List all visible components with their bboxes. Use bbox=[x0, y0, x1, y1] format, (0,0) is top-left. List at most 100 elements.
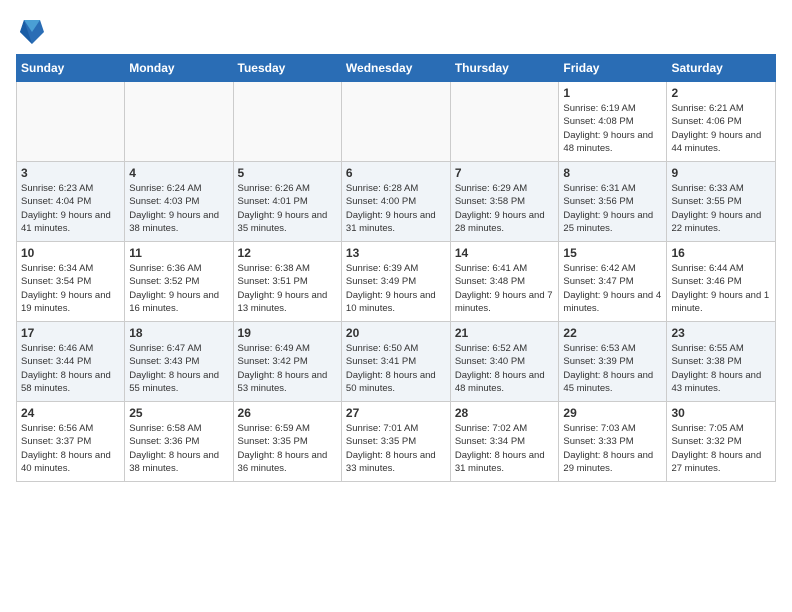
day-info: Sunrise: 6:34 AMSunset: 3:54 PMDaylight:… bbox=[21, 262, 120, 315]
day-number: 15 bbox=[563, 246, 662, 260]
calendar-cell: 25 Sunrise: 6:58 AMSunset: 3:36 PMDayligh… bbox=[125, 402, 233, 482]
day-info: Sunrise: 6:55 AMSunset: 3:38 PMDaylight:… bbox=[671, 342, 771, 395]
day-info: Sunrise: 6:42 AMSunset: 3:47 PMDaylight:… bbox=[563, 262, 662, 315]
calendar-cell: 3 Sunrise: 6:23 AMSunset: 4:04 PMDaylight… bbox=[17, 162, 125, 242]
calendar-cell: 19 Sunrise: 6:49 AMSunset: 3:42 PMDayligh… bbox=[233, 322, 341, 402]
day-info: Sunrise: 6:44 AMSunset: 3:46 PMDaylight:… bbox=[671, 262, 771, 315]
day-info: Sunrise: 6:59 AMSunset: 3:35 PMDaylight:… bbox=[238, 422, 337, 475]
calendar-cell: 27Sunrise: 7:01 AMSunset: 3:35 PMDayligh… bbox=[341, 402, 450, 482]
logo bbox=[16, 16, 52, 48]
day-number: 25 bbox=[129, 406, 228, 420]
calendar-cell bbox=[450, 82, 559, 162]
day-number: 18 bbox=[129, 326, 228, 340]
calendar-table: SundayMondayTuesdayWednesdayThursdayFrid… bbox=[16, 54, 776, 482]
day-number: 10 bbox=[21, 246, 120, 260]
column-header-monday: Monday bbox=[125, 55, 233, 82]
day-number: 4 bbox=[129, 166, 228, 180]
day-info: Sunrise: 6:41 AMSunset: 3:48 PMDaylight:… bbox=[455, 262, 555, 315]
day-info: Sunrise: 6:28 AMSunset: 4:00 PMDaylight:… bbox=[346, 182, 446, 235]
calendar-cell: 11 Sunrise: 6:36 AMSunset: 3:52 PMDayligh… bbox=[125, 242, 233, 322]
calendar-week-4: 17Sunrise: 6:46 AMSunset: 3:44 PMDayligh… bbox=[17, 322, 776, 402]
day-number: 29 bbox=[563, 406, 662, 420]
day-number: 16 bbox=[671, 246, 771, 260]
day-number: 26 bbox=[238, 406, 337, 420]
day-info: Sunrise: 6:33 AMSunset: 3:55 PMDaylight:… bbox=[671, 182, 771, 235]
header bbox=[16, 16, 776, 48]
day-info: Sunrise: 6:21 AMSunset: 4:06 PMDaylight:… bbox=[671, 102, 771, 155]
day-info: Sunrise: 6:53 AMSunset: 3:39 PMDaylight:… bbox=[563, 342, 662, 395]
column-header-saturday: Saturday bbox=[667, 55, 776, 82]
calendar-cell: 15 Sunrise: 6:42 AMSunset: 3:47 PMDayligh… bbox=[559, 242, 667, 322]
day-info: Sunrise: 6:49 AMSunset: 3:42 PMDaylight:… bbox=[238, 342, 337, 395]
day-info: Sunrise: 6:39 AMSunset: 3:49 PMDaylight:… bbox=[346, 262, 446, 315]
calendar-header-row: SundayMondayTuesdayWednesdayThursdayFrid… bbox=[17, 55, 776, 82]
day-info: Sunrise: 6:23 AMSunset: 4:04 PMDaylight:… bbox=[21, 182, 120, 235]
day-number: 7 bbox=[455, 166, 555, 180]
day-info: Sunrise: 6:29 AMSunset: 3:58 PMDaylight:… bbox=[455, 182, 555, 235]
day-info: Sunrise: 6:36 AMSunset: 3:52 PMDaylight:… bbox=[129, 262, 228, 315]
day-number: 30 bbox=[671, 406, 771, 420]
day-info: Sunrise: 6:38 AMSunset: 3:51 PMDaylight:… bbox=[238, 262, 337, 315]
calendar-cell: 28 Sunrise: 7:02 AMSunset: 3:34 PMDayligh… bbox=[450, 402, 559, 482]
day-info: Sunrise: 6:19 AMSunset: 4:08 PMDaylight:… bbox=[563, 102, 662, 155]
day-number: 23 bbox=[671, 326, 771, 340]
day-number: 28 bbox=[455, 406, 555, 420]
day-number: 12 bbox=[238, 246, 337, 260]
day-info: Sunrise: 6:46 AMSunset: 3:44 PMDaylight:… bbox=[21, 342, 120, 395]
calendar-cell: 26 Sunrise: 6:59 AMSunset: 3:35 PMDayligh… bbox=[233, 402, 341, 482]
calendar-cell: 10 Sunrise: 6:34 AMSunset: 3:54 PMDayligh… bbox=[17, 242, 125, 322]
day-info: Sunrise: 6:31 AMSunset: 3:56 PMDaylight:… bbox=[563, 182, 662, 235]
column-header-friday: Friday bbox=[559, 55, 667, 82]
calendar-cell: 24 Sunrise: 6:56 AMSunset: 3:37 PMDayligh… bbox=[17, 402, 125, 482]
calendar-cell: 30Sunrise: 7:05 AMSunset: 3:32 PMDayligh… bbox=[667, 402, 776, 482]
calendar-cell: 6Sunrise: 6:28 AMSunset: 4:00 PMDaylight… bbox=[341, 162, 450, 242]
calendar-cell bbox=[125, 82, 233, 162]
calendar-week-1: 1 Sunrise: 6:19 AMSunset: 4:08 PMDaylight… bbox=[17, 82, 776, 162]
calendar-cell: 22 Sunrise: 6:53 AMSunset: 3:39 PMDayligh… bbox=[559, 322, 667, 402]
day-number: 1 bbox=[563, 86, 662, 100]
calendar-cell: 20Sunrise: 6:50 AMSunset: 3:41 PMDayligh… bbox=[341, 322, 450, 402]
day-number: 3 bbox=[21, 166, 120, 180]
calendar-cell: 23 Sunrise: 6:55 AMSunset: 3:38 PMDayligh… bbox=[667, 322, 776, 402]
day-number: 13 bbox=[346, 246, 446, 260]
day-info: Sunrise: 6:52 AMSunset: 3:40 PMDaylight:… bbox=[455, 342, 555, 395]
column-header-wednesday: Wednesday bbox=[341, 55, 450, 82]
calendar-cell: 17Sunrise: 6:46 AMSunset: 3:44 PMDayligh… bbox=[17, 322, 125, 402]
calendar-cell: 7 Sunrise: 6:29 AMSunset: 3:58 PMDaylight… bbox=[450, 162, 559, 242]
day-number: 27 bbox=[346, 406, 446, 420]
calendar-cell bbox=[233, 82, 341, 162]
calendar-cell: 18 Sunrise: 6:47 AMSunset: 3:43 PMDayligh… bbox=[125, 322, 233, 402]
calendar-cell: 8 Sunrise: 6:31 AMSunset: 3:56 PMDaylight… bbox=[559, 162, 667, 242]
day-number: 24 bbox=[21, 406, 120, 420]
day-number: 9 bbox=[671, 166, 771, 180]
calendar-cell: 21 Sunrise: 6:52 AMSunset: 3:40 PMDayligh… bbox=[450, 322, 559, 402]
day-info: Sunrise: 6:24 AMSunset: 4:03 PMDaylight:… bbox=[129, 182, 228, 235]
day-info: Sunrise: 7:02 AMSunset: 3:34 PMDaylight:… bbox=[455, 422, 555, 475]
calendar-cell: 16 Sunrise: 6:44 AMSunset: 3:46 PMDayligh… bbox=[667, 242, 776, 322]
day-info: Sunrise: 6:47 AMSunset: 3:43 PMDaylight:… bbox=[129, 342, 228, 395]
day-number: 19 bbox=[238, 326, 337, 340]
calendar-cell: 14 Sunrise: 6:41 AMSunset: 3:48 PMDayligh… bbox=[450, 242, 559, 322]
calendar-cell: 4 Sunrise: 6:24 AMSunset: 4:03 PMDaylight… bbox=[125, 162, 233, 242]
day-number: 22 bbox=[563, 326, 662, 340]
day-number: 21 bbox=[455, 326, 555, 340]
calendar-week-3: 10 Sunrise: 6:34 AMSunset: 3:54 PMDayligh… bbox=[17, 242, 776, 322]
calendar-cell bbox=[341, 82, 450, 162]
calendar-cell: 12 Sunrise: 6:38 AMSunset: 3:51 PMDayligh… bbox=[233, 242, 341, 322]
day-number: 14 bbox=[455, 246, 555, 260]
calendar-cell: 5Sunrise: 6:26 AMSunset: 4:01 PMDaylight… bbox=[233, 162, 341, 242]
column-header-thursday: Thursday bbox=[450, 55, 559, 82]
calendar-cell: 13 Sunrise: 6:39 AMSunset: 3:49 PMDayligh… bbox=[341, 242, 450, 322]
logo-icon bbox=[16, 16, 48, 48]
day-info: Sunrise: 6:56 AMSunset: 3:37 PMDaylight:… bbox=[21, 422, 120, 475]
calendar-cell: 1 Sunrise: 6:19 AMSunset: 4:08 PMDaylight… bbox=[559, 82, 667, 162]
calendar-week-2: 3 Sunrise: 6:23 AMSunset: 4:04 PMDaylight… bbox=[17, 162, 776, 242]
column-header-tuesday: Tuesday bbox=[233, 55, 341, 82]
day-info: Sunrise: 6:58 AMSunset: 3:36 PMDaylight:… bbox=[129, 422, 228, 475]
day-number: 5 bbox=[238, 166, 337, 180]
calendar-cell bbox=[17, 82, 125, 162]
day-number: 8 bbox=[563, 166, 662, 180]
day-number: 11 bbox=[129, 246, 228, 260]
column-header-sunday: Sunday bbox=[17, 55, 125, 82]
calendar-week-5: 24 Sunrise: 6:56 AMSunset: 3:37 PMDayligh… bbox=[17, 402, 776, 482]
